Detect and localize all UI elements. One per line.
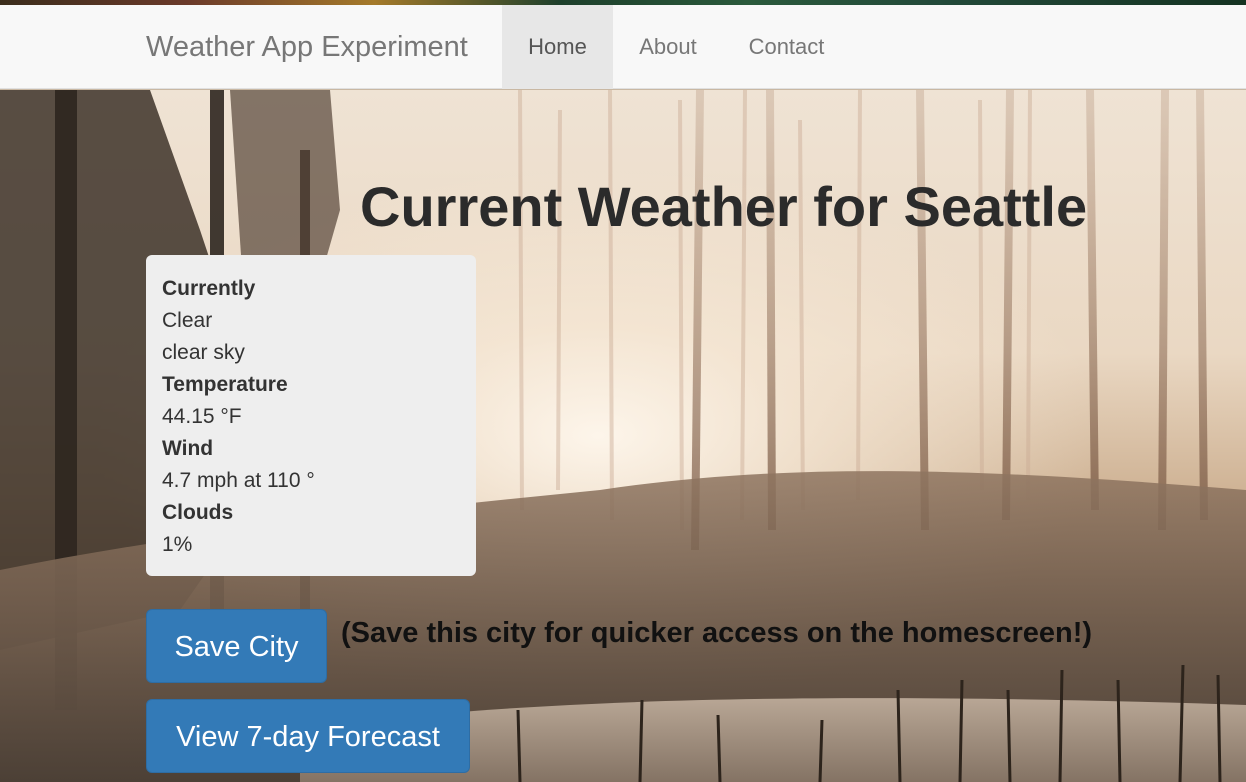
- nav-item-about[interactable]: About: [613, 5, 723, 89]
- save-city-note: (Save this city for quicker access on th…: [341, 617, 1093, 649]
- hero-section: Current Weather for Seattle Currently Cl…: [0, 90, 1246, 782]
- temperature-label: Temperature: [162, 373, 288, 396]
- wind-label: Wind: [162, 437, 214, 460]
- currently-label: Currently: [162, 277, 256, 300]
- condition-value: Clear: [162, 309, 213, 332]
- save-city-button[interactable]: Save City: [146, 609, 327, 683]
- clouds-label: Clouds: [162, 501, 234, 524]
- weather-info-card: Currently Clear clear sky Temperature 44…: [146, 255, 476, 576]
- page-title: Current Weather for Seattle: [360, 175, 1088, 238]
- clouds-value: 1%: [162, 533, 193, 556]
- nav-item-contact[interactable]: Contact: [723, 5, 850, 89]
- temperature-value: 44.15 °F: [162, 405, 242, 428]
- nav-item-home[interactable]: Home: [502, 5, 613, 89]
- view-forecast-button[interactable]: View 7-day Forecast: [146, 699, 470, 773]
- navbar: Weather App Experiment Home About Contac…: [0, 5, 1246, 89]
- condition-description: clear sky: [162, 341, 245, 364]
- navbar-brand[interactable]: Weather App Experiment: [146, 31, 468, 63]
- wind-value: 4.7 mph at 110 °: [162, 469, 315, 492]
- page: Weather App Experiment Home About Contac…: [0, 0, 1246, 782]
